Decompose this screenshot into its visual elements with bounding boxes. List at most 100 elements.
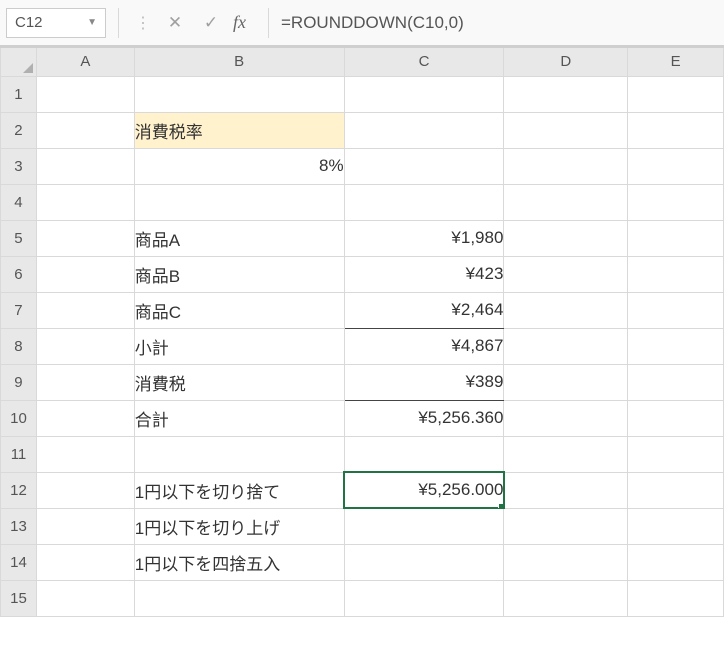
cell-A3[interactable] [36, 148, 134, 184]
cell-B5[interactable]: 商品A [134, 220, 344, 256]
cell-B13[interactable]: 1円以下を切り上げ [134, 508, 344, 544]
cell-D4[interactable] [504, 184, 628, 220]
row-header[interactable]: 10 [1, 400, 37, 436]
cell-C5[interactable]: ¥1,980 [344, 220, 504, 256]
cell-B8[interactable]: 小計 [134, 328, 344, 364]
cell-B12[interactable]: 1円以下を切り捨て [134, 472, 344, 508]
row-header[interactable]: 7 [1, 292, 37, 328]
cell-A13[interactable] [36, 508, 134, 544]
cell-B3[interactable]: 8% [134, 148, 344, 184]
cell-C13[interactable] [344, 508, 504, 544]
cell-D5[interactable] [504, 220, 628, 256]
cancel-formula-button[interactable]: ✕ [161, 9, 189, 37]
cell-A14[interactable] [36, 544, 134, 580]
cell-E1[interactable] [628, 76, 724, 112]
cell-C14[interactable] [344, 544, 504, 580]
cell-E13[interactable] [628, 508, 724, 544]
cell-E7[interactable] [628, 292, 724, 328]
cell-E5[interactable] [628, 220, 724, 256]
row-header[interactable]: 9 [1, 364, 37, 400]
cell-E12[interactable] [628, 472, 724, 508]
cell-E14[interactable] [628, 544, 724, 580]
accept-formula-button[interactable]: ✓ [197, 9, 225, 37]
row-header[interactable]: 11 [1, 436, 37, 472]
cell-D8[interactable] [504, 328, 628, 364]
fx-icon[interactable]: fx [233, 12, 246, 33]
cell-A5[interactable] [36, 220, 134, 256]
cell-A11[interactable] [36, 436, 134, 472]
cell-D14[interactable] [504, 544, 628, 580]
cell-E9[interactable] [628, 364, 724, 400]
cell-B1[interactable] [134, 76, 344, 112]
row-header[interactable]: 2 [1, 112, 37, 148]
cell-B15[interactable] [134, 580, 344, 616]
cell-E4[interactable] [628, 184, 724, 220]
cell-A7[interactable] [36, 292, 134, 328]
cell-C9[interactable]: ¥389 [344, 364, 504, 400]
name-box[interactable]: C12 ▼ [6, 8, 106, 38]
cell-E10[interactable] [628, 400, 724, 436]
cell-B7[interactable]: 商品C [134, 292, 344, 328]
cell-A8[interactable] [36, 328, 134, 364]
select-all-corner[interactable] [1, 48, 37, 76]
cell-B14[interactable]: 1円以下を四捨五入 [134, 544, 344, 580]
cell-C11[interactable] [344, 436, 504, 472]
col-header-A[interactable]: A [36, 48, 134, 76]
cell-E8[interactable] [628, 328, 724, 364]
cell-D11[interactable] [504, 436, 628, 472]
cell-A1[interactable] [36, 76, 134, 112]
row-header[interactable]: 3 [1, 148, 37, 184]
spreadsheet-grid[interactable]: A B C D E 1 2 消費税率 3 8% [0, 48, 724, 617]
cell-D1[interactable] [504, 76, 628, 112]
row-header[interactable]: 1 [1, 76, 37, 112]
cell-A6[interactable] [36, 256, 134, 292]
cell-C10[interactable]: ¥5,256.360 [344, 400, 504, 436]
cell-C15[interactable] [344, 580, 504, 616]
cell-A9[interactable] [36, 364, 134, 400]
cell-B4[interactable] [134, 184, 344, 220]
cell-D12[interactable] [504, 472, 628, 508]
cell-A4[interactable] [36, 184, 134, 220]
col-header-E[interactable]: E [628, 48, 724, 76]
cell-B11[interactable] [134, 436, 344, 472]
cell-D6[interactable] [504, 256, 628, 292]
row-header[interactable]: 8 [1, 328, 37, 364]
cell-B2[interactable]: 消費税率 [134, 112, 344, 148]
row-header[interactable]: 4 [1, 184, 37, 220]
cell-A15[interactable] [36, 580, 134, 616]
col-header-D[interactable]: D [504, 48, 628, 76]
row-header[interactable]: 5 [1, 220, 37, 256]
cell-C4[interactable] [344, 184, 504, 220]
cell-B9[interactable]: 消費税 [134, 364, 344, 400]
cell-A10[interactable] [36, 400, 134, 436]
cell-C8[interactable]: ¥4,867 [344, 328, 504, 364]
formula-input[interactable]: =ROUNDDOWN(C10,0) [281, 8, 718, 38]
cell-C3[interactable] [344, 148, 504, 184]
cell-C12[interactable]: ¥5,256.000 [344, 472, 504, 508]
cell-D3[interactable] [504, 148, 628, 184]
cell-C6[interactable]: ¥423 [344, 256, 504, 292]
cell-A2[interactable] [36, 112, 134, 148]
row-header[interactable]: 6 [1, 256, 37, 292]
col-header-B[interactable]: B [134, 48, 344, 76]
cell-E2[interactable] [628, 112, 724, 148]
cell-D2[interactable] [504, 112, 628, 148]
cell-B10[interactable]: 合計 [134, 400, 344, 436]
cell-D9[interactable] [504, 364, 628, 400]
col-header-C[interactable]: C [344, 48, 504, 76]
cell-E3[interactable] [628, 148, 724, 184]
cell-D10[interactable] [504, 400, 628, 436]
row-header[interactable]: 14 [1, 544, 37, 580]
cell-C2[interactable] [344, 112, 504, 148]
cell-C7[interactable]: ¥2,464 [344, 292, 504, 328]
cell-C1[interactable] [344, 76, 504, 112]
cell-D7[interactable] [504, 292, 628, 328]
row-header[interactable]: 12 [1, 472, 37, 508]
cell-D15[interactable] [504, 580, 628, 616]
cell-A12[interactable] [36, 472, 134, 508]
cell-B6[interactable]: 商品B [134, 256, 344, 292]
cell-E6[interactable] [628, 256, 724, 292]
cell-E15[interactable] [628, 580, 724, 616]
dropdown-icon[interactable]: ▼ [87, 17, 97, 28]
row-header[interactable]: 15 [1, 580, 37, 616]
